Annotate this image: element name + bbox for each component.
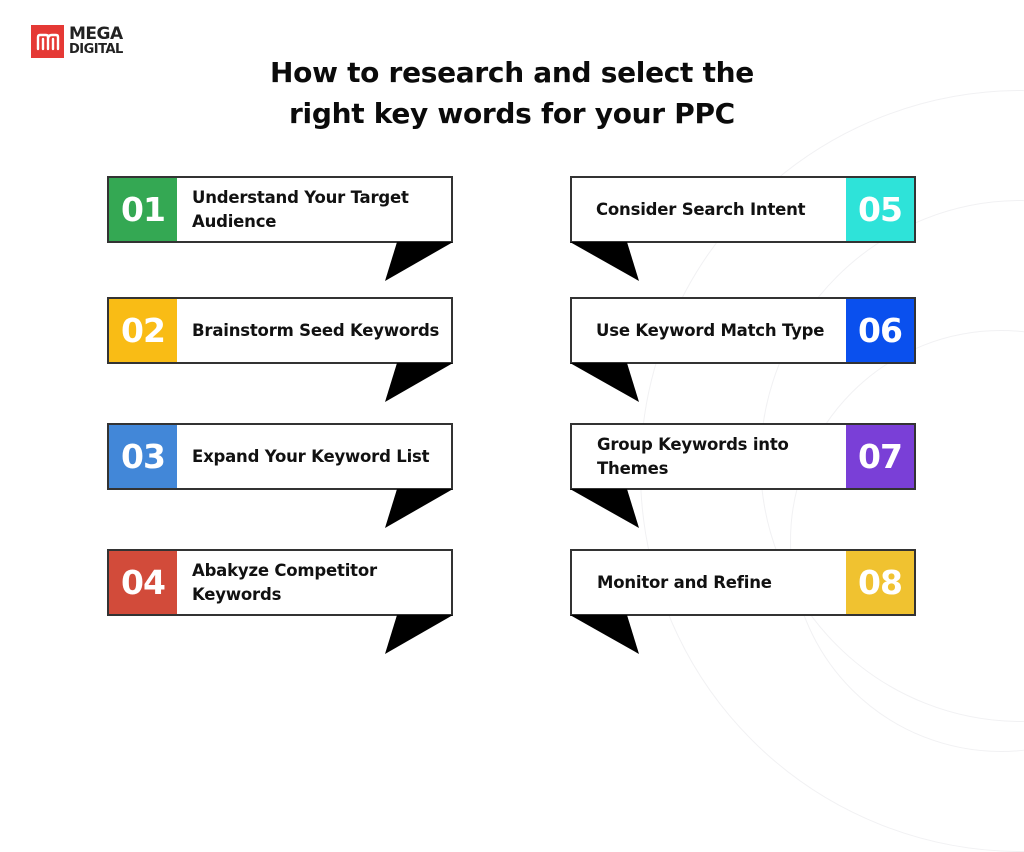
step-number-badge: 01 (109, 178, 177, 241)
step-number-badge: 08 (846, 551, 914, 614)
step-label: Group Keywords into Themes (597, 434, 789, 478)
step-label: Abakyze Competitor Keywords (192, 560, 377, 604)
step-label: Consider Search Intent (596, 199, 806, 219)
brand-logo: MEGA DIGITAL (31, 25, 123, 58)
background-arc (790, 330, 1024, 752)
step-number-badge: 06 (846, 299, 914, 362)
step-label: Monitor and Refine (597, 572, 772, 592)
step-card-05: 05 Consider Search Intent (570, 176, 916, 243)
step-label: Brainstorm Seed Keywords (192, 320, 440, 340)
callout-tail-icon (385, 363, 453, 402)
step-card-08: 08 Monitor and Refine (570, 549, 916, 616)
logo-mark-icon (31, 25, 64, 58)
step-card-03: 03 Expand Your Keyword List (107, 423, 453, 490)
step-number-badge: 07 (846, 425, 914, 488)
page-title: How to research and select the right key… (212, 52, 812, 134)
step-card-06: 06 Use Keyword Match Type (570, 297, 916, 364)
step-number-badge: 05 (846, 178, 914, 241)
brand-name-line1: MEGA (69, 23, 123, 44)
step-label: Expand Your Keyword List (192, 446, 430, 466)
title-line2: right key words for your PPC (289, 97, 735, 130)
callout-tail-icon (570, 242, 639, 281)
callout-tail-icon (385, 489, 453, 528)
logo-m-glyph-icon (36, 33, 59, 50)
step-card-04: 04 Abakyze Competitor Keywords (107, 549, 453, 616)
step-number-badge: 04 (109, 551, 177, 614)
title-line1: How to research and select the (270, 56, 754, 89)
callout-tail-icon (570, 489, 639, 528)
step-label: Use Keyword Match Type (596, 320, 825, 340)
step-number-badge: 02 (109, 299, 177, 362)
step-card-02: 02 Brainstorm Seed Keywords (107, 297, 453, 364)
callout-tail-icon (570, 615, 639, 654)
callout-tail-icon (385, 242, 453, 281)
step-card-07: 07 Group Keywords into Themes (570, 423, 916, 490)
step-card-01: 01 Understand Your Target Audience (107, 176, 453, 243)
callout-tail-icon (385, 615, 453, 654)
brand-name-line2: DIGITAL (69, 41, 123, 57)
callout-tail-icon (570, 363, 639, 402)
step-label: Understand Your Target Audience (192, 187, 409, 231)
step-number-badge: 03 (109, 425, 177, 488)
